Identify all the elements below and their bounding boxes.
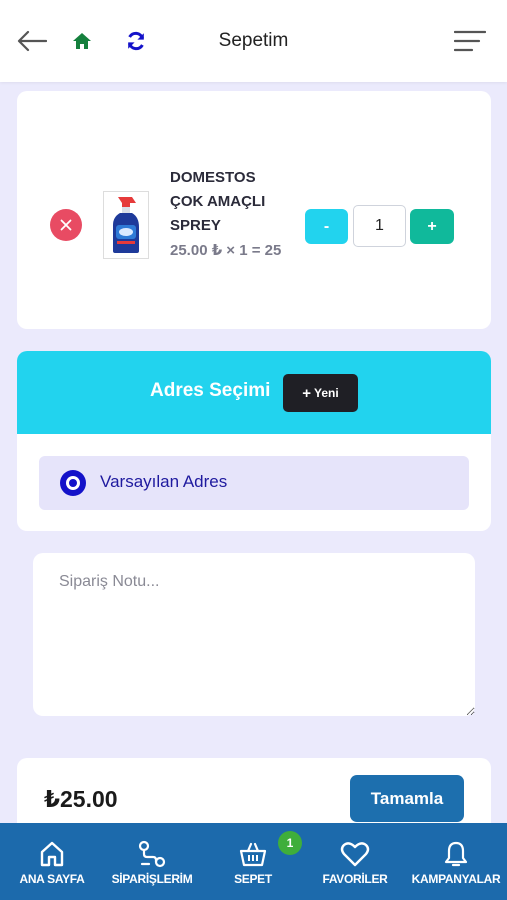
order-note-textarea[interactable] (33, 553, 475, 716)
product-price-line: 25.00 ₺ × 1 = 25 (170, 242, 282, 259)
nav-item-campaigns[interactable]: KAMPANYALAR (405, 823, 507, 900)
close-icon (60, 219, 72, 231)
remove-item-button[interactable] (50, 209, 82, 241)
nav-label: SEPET (234, 872, 272, 886)
menu-icon[interactable] (453, 27, 487, 55)
nav-item-orders[interactable]: SİPARİŞLERİM (105, 823, 199, 900)
nav-item-home[interactable]: ANA SAYFA (12, 823, 92, 900)
radio-selected-icon[interactable] (60, 470, 86, 496)
quantity-increase-button[interactable]: + (410, 209, 454, 244)
address-option-default[interactable]: Varsayılan Adres (39, 456, 469, 510)
page-title: Sepetim (218, 30, 289, 51)
nav-item-favorites[interactable]: FAVORİLER (315, 823, 395, 900)
cart-count-badge: 1 (278, 831, 302, 855)
quantity-input[interactable] (353, 205, 406, 247)
address-title: Adres Seçimi (150, 380, 271, 401)
nav-label: SİPARİŞLERİM (111, 872, 193, 886)
app-header: Sepetim (0, 0, 507, 82)
new-address-label: Yeni (314, 386, 339, 400)
product-image (103, 191, 149, 259)
quantity-decrease-button[interactable]: - (305, 209, 348, 244)
cart-item-card: DOMESTOS ÇOK AMAÇLI SPREY 25.00 ₺ × 1 = … (17, 91, 491, 329)
product-name: DOMESTOS ÇOK AMAÇLI SPREY (170, 169, 266, 234)
new-address-button[interactable]: + Yeni (283, 374, 358, 412)
spray-bottle-icon (113, 197, 139, 253)
nav-label: KAMPANYALAR (411, 872, 501, 886)
plus-icon: + (302, 384, 312, 402)
complete-order-button[interactable]: Tamamla (350, 775, 464, 822)
nav-label: FAVORİLER (322, 872, 388, 886)
address-card: Adres Seçimi + Yeni Varsayılan Adres (17, 351, 491, 531)
total-amount: ₺25.00 (44, 786, 118, 812)
home-outline-icon (39, 839, 65, 869)
route-icon (137, 839, 167, 869)
basket-icon (239, 839, 267, 869)
bell-icon (443, 839, 469, 869)
heart-icon (340, 839, 370, 869)
bottom-navigation: ANA SAYFA SİPARİŞLERİM SEPET FAVORİLER K… (0, 823, 507, 900)
address-option-label: Varsayılan Adres (100, 472, 228, 491)
nav-label: ANA SAYFA (19, 872, 85, 886)
address-header: Adres Seçimi + Yeni (17, 351, 491, 434)
